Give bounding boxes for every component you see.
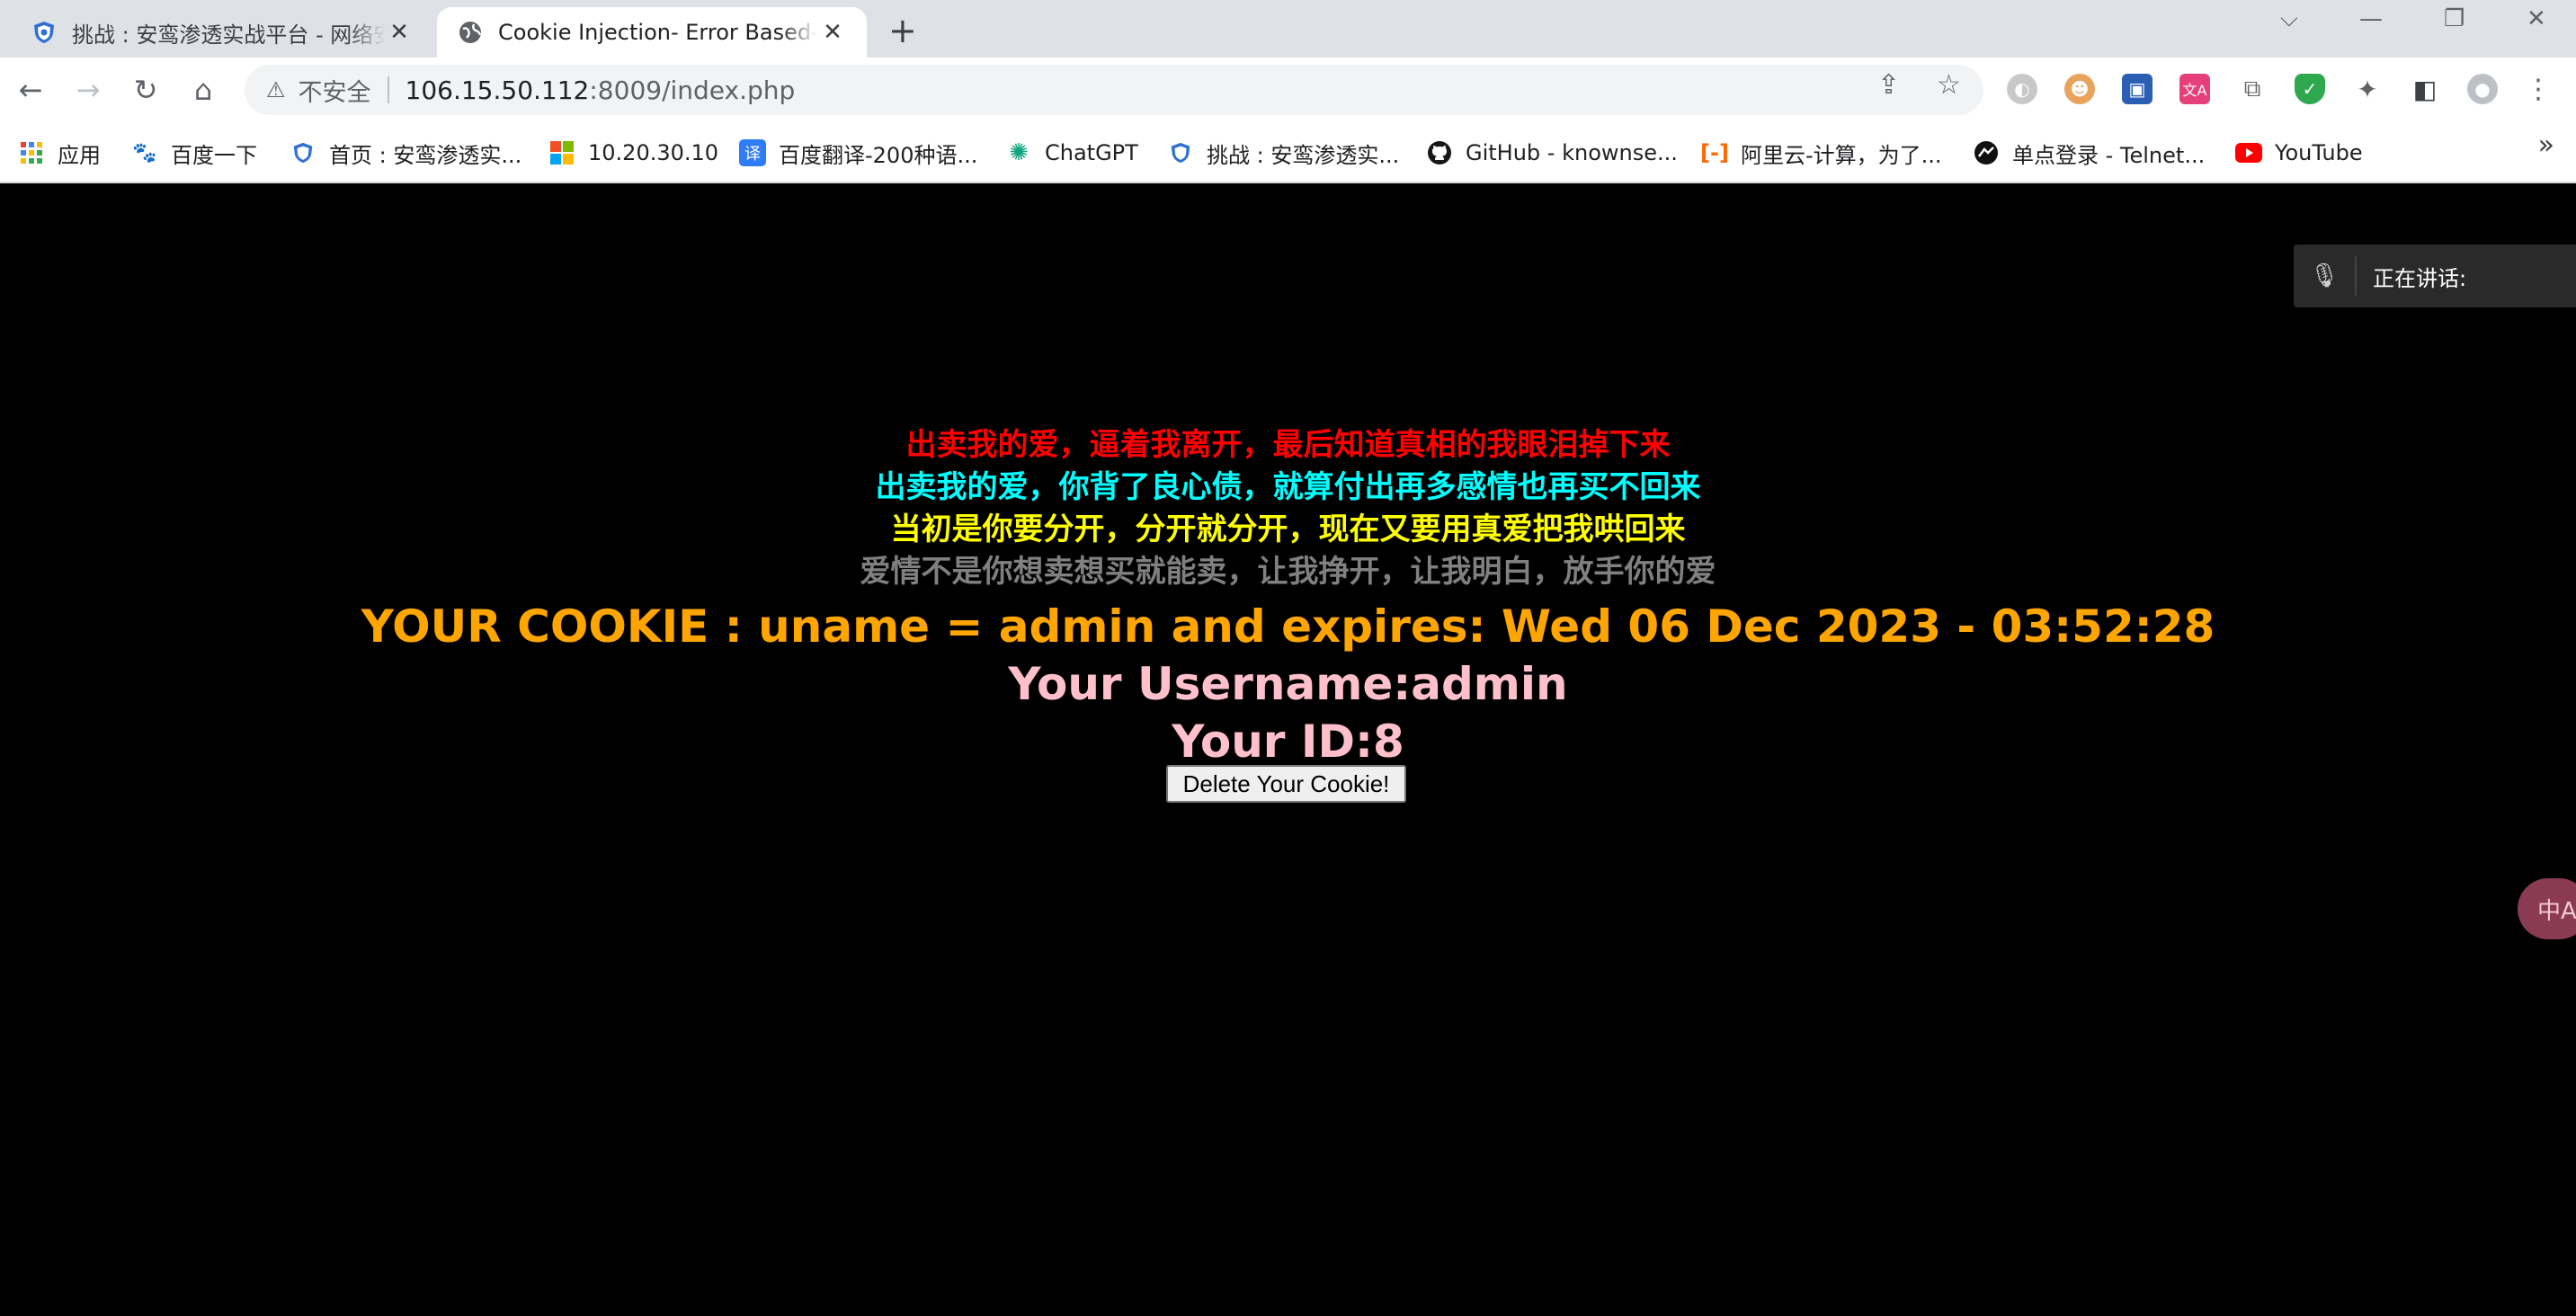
star-icon[interactable]: ☆ (1937, 69, 1961, 101)
bookmark-label: YouTube (2275, 140, 2363, 165)
lyric-line-4: 爱情不是你想卖想买就能卖，让我挣开，让我明白，放手你的爱 (860, 554, 1716, 590)
bookmark-label: 应用 (58, 142, 101, 168)
browser-toolbar: ← → ↻ ⌂ ⚠ 不安全 106.15.50.112:8009/index.p… (0, 58, 2576, 122)
github-icon (1426, 139, 1453, 166)
extensions-puzzle-icon[interactable]: ✦ (2352, 74, 2383, 104)
profile-avatar-icon[interactable]: ● (2467, 74, 2498, 104)
extension-copy-icon[interactable]: ⧉ (2237, 74, 2268, 104)
tab-strip: 挑战 : 安鸾渗透实战平台 - 网络安全 ✕ Cookie Injection-… (0, 0, 2576, 58)
bookmark-label: 阿里云-计算，为了... (1741, 142, 1942, 168)
tab-search-icon[interactable]: ⌵ (2280, 5, 2298, 33)
forward-icon[interactable]: → (68, 70, 108, 110)
translate-float-button[interactable]: 中A (2518, 878, 2576, 939)
extension-santa-icon[interactable]: ☻ (2064, 74, 2095, 104)
bookmark-label: 百度翻译-200种语... (779, 142, 978, 168)
bookmark-github[interactable]: GitHub - knownse... (1426, 135, 1678, 171)
page-content: 出卖我的爱，逼着我离开，最后知道真相的我眼泪掉下来 出卖我的爱，你背了良心债，就… (0, 184, 2576, 1316)
tab-title: 挑战 : 安鸾渗透实战平台 - 网络安全 (72, 22, 385, 48)
translate-icon: 译 (739, 139, 766, 166)
lyric-line-2: 出卖我的爱，你背了良心债，就算付出再多感情也再买不回来 (875, 469, 1701, 505)
close-icon[interactable]: ✕ (818, 18, 847, 47)
bookmark-chatgpt[interactable]: ✺ ChatGPT (1005, 135, 1138, 171)
user-id-info: Your ID:8 (1172, 716, 1404, 768)
lyric-line-3: 当初是你要分开，分开就分开，现在又要用真爱把我哄回来 (890, 511, 1686, 547)
apps-grid-icon (18, 139, 45, 166)
window-close-icon[interactable]: ✕ (2527, 5, 2546, 32)
extension-translate-icon[interactable]: 文A (2179, 74, 2210, 104)
windows-logo-icon (548, 139, 575, 166)
globe-icon (457, 19, 484, 46)
bookmark-label: 首页 : 安鸾渗透实... (329, 142, 522, 168)
lyric-line-1: 出卖我的爱，逼着我离开，最后知道真相的我眼泪掉下来 (905, 427, 1671, 463)
bookmark-10-20-30-10[interactable]: 10.20.30.10 (548, 135, 718, 171)
back-icon[interactable]: ← (11, 70, 50, 110)
bookmark-baidu[interactable]: 🐾 百度一下 (131, 135, 257, 171)
tab-title: Cookie Injection- Error Based- s (498, 20, 818, 45)
bookmark-apps[interactable]: 应用 (18, 135, 101, 171)
share-icon[interactable]: ⇪ (1877, 69, 1900, 101)
shield-icon (1167, 139, 1194, 166)
address-bar[interactable]: ⚠ 不安全 106.15.50.112:8009/index.php (245, 65, 1983, 115)
telnet-icon (1973, 139, 2000, 166)
home-icon[interactable]: ⌂ (183, 70, 223, 110)
bookmarks-overflow-icon[interactable]: » (2538, 129, 2554, 161)
bookmark-anluan-home[interactable]: 首页 : 安鸾渗透实... (290, 135, 521, 171)
bookmark-aliyun[interactable]: [-] 阿里云-计算，为了... (1700, 135, 1942, 171)
bookmark-telnet-sso[interactable]: 单点登录 - Telnet... (1973, 135, 2205, 171)
url-host[interactable]: 106.15.50.112 (406, 76, 590, 105)
menu-kebab-icon[interactable]: ⋮ (2523, 74, 2554, 105)
restore-icon[interactable]: ❐ (2444, 5, 2465, 32)
divider (387, 76, 389, 103)
bookmark-label: GitHub - knownse... (1466, 140, 1678, 165)
openai-icon: ✺ (1009, 139, 1029, 166)
bookmark-label: 百度一下 (171, 142, 257, 168)
bookmark-label: 单点登录 - Telnet... (2012, 142, 2206, 168)
cookie-info: YOUR COOKIE : uname = admin and expires:… (361, 600, 2215, 653)
shield-icon (290, 139, 316, 166)
speaking-indicator: 🎙 正在讲话: (2294, 245, 2576, 307)
warning-icon[interactable]: ⚠ (266, 77, 286, 102)
new-tab-button[interactable]: + (888, 13, 917, 49)
tab-cookie-injection[interactable]: Cookie Injection- Error Based- s ✕ (437, 7, 867, 58)
aliyun-icon: [-] (1700, 140, 1729, 165)
bookmark-label: 挑战 : 安鸾渗透实... (1207, 142, 1400, 168)
tab-anluan-challenge[interactable]: 挑战 : 安鸾渗透实战平台 - 网络安全 ✕ (11, 7, 433, 58)
extension-save-icon[interactable]: ▣ (2122, 74, 2153, 104)
not-secure-label[interactable]: 不安全 (299, 73, 371, 108)
bookmark-label: ChatGPT (1045, 140, 1138, 165)
bookmark-baidu-translate[interactable]: 译 百度翻译-200种语... (739, 135, 977, 171)
youtube-icon (2235, 139, 2262, 166)
delete-cookie-button[interactable]: Delete Your Cookie! (1166, 765, 1406, 803)
bookmark-label: 10.20.30.10 (588, 140, 719, 165)
bookmark-anluan-challenge[interactable]: 挑战 : 安鸾渗透实... (1167, 135, 1399, 171)
extension-globe-icon[interactable]: ◐ (2007, 74, 2037, 104)
bookmark-youtube[interactable]: YouTube (2235, 135, 2363, 171)
shield-icon (31, 19, 58, 46)
reload-icon[interactable]: ↻ (126, 70, 165, 110)
extension-shield-icon[interactable]: ✓ (2295, 74, 2325, 104)
baidu-paw-icon: 🐾 (132, 141, 157, 164)
username-info: Your Username:admin (1008, 658, 1568, 710)
url-path[interactable]: :8009/index.php (589, 76, 795, 105)
bookmarks-bar: 应用 🐾 百度一下 首页 : 安鸾渗透实... 10.20.30.10 译 百度… (0, 122, 2576, 183)
speaking-label: 正在讲话: (2373, 265, 2467, 291)
side-panel-icon[interactable]: ◧ (2410, 74, 2440, 104)
close-icon[interactable]: ✕ (385, 18, 414, 47)
minimize-icon[interactable]: — (2359, 5, 2383, 32)
mic-muted-icon[interactable]: 🎙 (2294, 256, 2357, 296)
